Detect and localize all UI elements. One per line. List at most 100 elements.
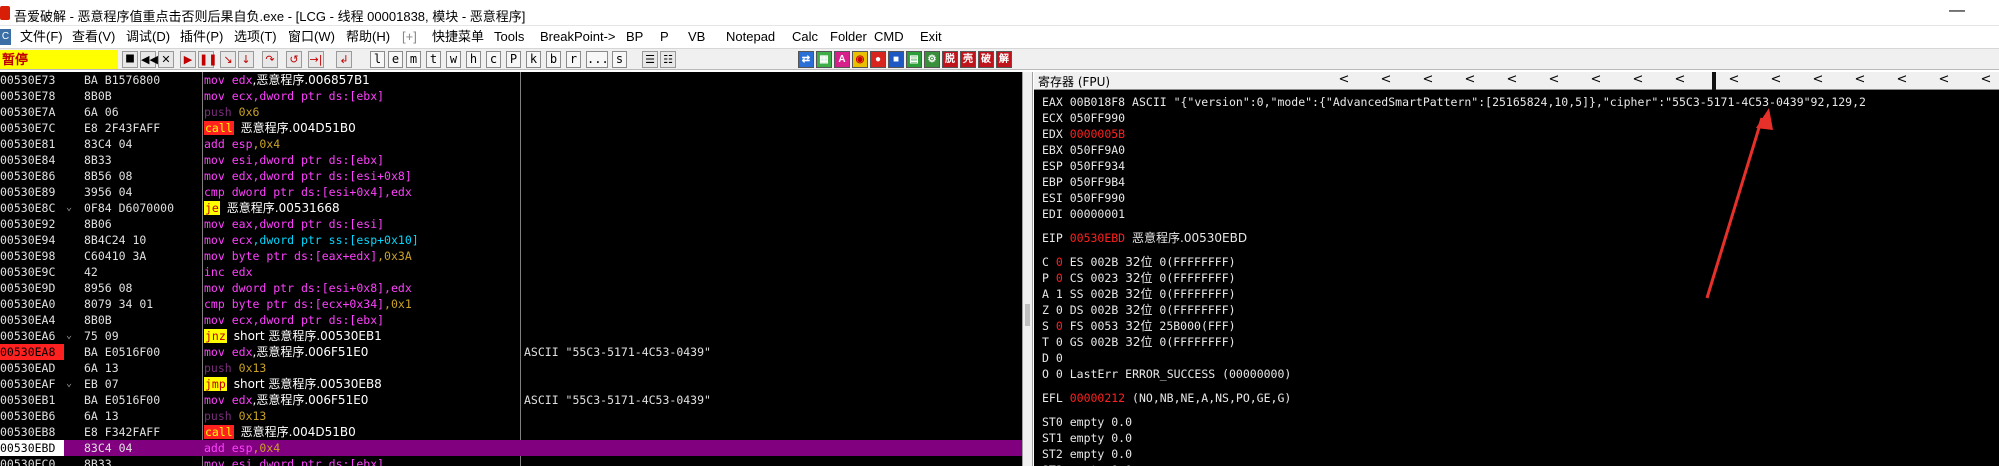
register-esi[interactable]: ESI 050FF990	[1042, 190, 1125, 206]
scroll-left-arrow-icon[interactable]: <	[1808, 72, 1828, 87]
run-trace-button[interactable]: ...	[586, 51, 609, 68]
scroll-left-arrow-icon[interactable]: <	[1934, 72, 1954, 87]
disasm-row[interactable]: 00530E84 8B33 mov esi,dword ptr ds:[ebx]	[0, 152, 1022, 168]
register-esp[interactable]: ESP 050FF934	[1042, 158, 1125, 174]
disasm-row[interactable]: 00530E92 8B06 mov eax,dword ptr ds:[esi]	[0, 216, 1022, 232]
disasm-row[interactable]: 00530E9D 8956 08 mov dword ptr ds:[esi+0x8…	[0, 280, 1022, 296]
settings-icon[interactable]: ⚙	[924, 51, 940, 68]
scroll-left-arrow-icon[interactable]: <	[1544, 72, 1564, 87]
target-icon[interactable]: ◉	[852, 51, 868, 68]
disasm-row[interactable]: 00530E9C 42 inc edx	[0, 264, 1022, 280]
disasm-row[interactable]: 00530E8C ⌄ 0F84 D6070000 je 恶意程序.00531668	[0, 200, 1022, 216]
references-window-button[interactable]: r	[566, 51, 581, 68]
pane-splitter[interactable]	[1022, 72, 1033, 466]
disasm-row[interactable]: 00530E73 BA B1576800 mov edx,恶意程序.006857B1	[0, 72, 1022, 88]
menu-vb[interactable]: VB	[686, 28, 707, 46]
threads-window-button[interactable]: t	[426, 51, 441, 68]
table-icon[interactable]: ▤	[906, 51, 922, 68]
close-icon[interactable]: ✕	[158, 51, 174, 68]
disasm-row[interactable]: 00530E7C E8 2F43FAFF call 恶意程序.004D51B0	[0, 120, 1022, 136]
register-edi[interactable]: EDI 00000001	[1042, 206, 1125, 222]
scroll-left-arrow-icon[interactable]: <	[1850, 72, 1870, 87]
crack-icon[interactable]: 破	[978, 51, 994, 68]
disasm-row[interactable]: 00530EA6 ⌄ 75 09 jnz short 恶意程序.00530EB1	[0, 328, 1022, 344]
flag-row-z[interactable]: Z 0 DS 002B 32位 0(FFFFFFFF)	[1042, 302, 1236, 318]
patches-window-button[interactable]: P	[506, 51, 521, 68]
fpu-register-st3[interactable]: ST3 empty 0.0	[1042, 462, 1132, 466]
disasm-row[interactable]: 00530E86 8B56 08 mov edx,dword ptr ds:[esi…	[0, 168, 1022, 184]
callstack-window-button[interactable]: k	[526, 51, 541, 68]
menu-calc[interactable]: Calc	[790, 28, 820, 46]
scroll-left-arrow-icon[interactable]: <	[1334, 72, 1354, 87]
step-over-icon[interactable]: ↓	[238, 51, 254, 68]
scroll-left-arrow-icon[interactable]: <	[1628, 72, 1648, 87]
register-eax[interactable]: EAX 00B018F8 ASCII "{"version":0,"mode":…	[1042, 94, 1866, 110]
menu-plus[interactable]: [+]	[400, 28, 419, 46]
registers-pane[interactable]: 寄存器 (FPU) < < < < < < < < < < < < < < < < EAX 00B018F8 …	[1034, 72, 1999, 466]
register-ecx[interactable]: ECX 050FF990	[1042, 110, 1125, 126]
goto-icon[interactable]: ↲	[336, 51, 352, 68]
disasm-row[interactable]: 00530EB1 BA E0516F00 mov edx,恶意程序.006F51E0…	[0, 392, 1022, 408]
scroll-left-arrow-icon[interactable]: <	[1502, 72, 1522, 87]
flag-row-s[interactable]: S 0 FS 0053 32位 25B000(FFF)	[1042, 318, 1236, 334]
menu-debug[interactable]: 调试(D)	[124, 28, 172, 46]
pause-icon[interactable]: ❚❚	[198, 51, 217, 68]
scroll-left-arrow-icon[interactable]: <	[1418, 72, 1438, 87]
record-icon[interactable]: ●	[870, 51, 886, 68]
scroll-left-arrow-icon[interactable]: <	[1670, 72, 1690, 87]
open-icon[interactable]: ⯀	[122, 51, 138, 68]
scroll-left-arrow-icon[interactable]: <	[1724, 72, 1744, 87]
menu-cmd[interactable]: CMD	[872, 28, 906, 46]
disasm-row[interactable]: 00530E81 83C4 04 add esp,0x4	[0, 136, 1022, 152]
stop-icon[interactable]: ■	[888, 51, 904, 68]
register-eip[interactable]: EIP 00530EBD 恶意程序.00530EBD	[1042, 230, 1247, 246]
disasm-row[interactable]: 00530E98 C60410 3A mov byte ptr ds:[eax+ed…	[0, 248, 1022, 264]
menu-file[interactable]: 文件(F)	[18, 28, 65, 46]
swap-icon[interactable]: ⇄	[798, 51, 814, 68]
disasm-row[interactable]: 00530EAF ⌄ EB 07 jmp short 恶意程序.00530EB8	[0, 376, 1022, 392]
step-into-icon[interactable]: ↘	[220, 51, 236, 68]
run-icon[interactable]: ▶	[180, 51, 196, 68]
scroll-left-arrow-icon[interactable]: <	[1376, 72, 1396, 87]
disasm-row[interactable]: 00530E94 8B4C24 10 mov ecx,dword ptr ss:[e…	[0, 232, 1022, 248]
register-edx[interactable]: EDX 0000005B	[1042, 126, 1125, 142]
scroll-left-arrow-icon[interactable]: <	[1892, 72, 1912, 87]
ascii-icon[interactable]: A	[834, 51, 850, 68]
fpu-register-st1[interactable]: ST1 empty 0.0	[1042, 430, 1132, 446]
handles-window-button[interactable]: h	[466, 51, 481, 68]
scroll-left-arrow-icon[interactable]: <	[1460, 72, 1480, 87]
fpu-register-st2[interactable]: ST2 empty 0.0	[1042, 446, 1132, 462]
debugger-icon[interactable]: C	[0, 29, 11, 45]
flag-row-t[interactable]: T 0 GS 002B 32位 0(FFFFFFFF)	[1042, 334, 1236, 350]
trace-over-icon[interactable]: ↺	[286, 51, 302, 68]
source-window-button[interactable]: s	[612, 51, 627, 68]
flag-row-p[interactable]: P 0 CS 0023 32位 0(FFFFFFFF)	[1042, 270, 1236, 286]
menu-window[interactable]: 窗口(W)	[286, 28, 337, 46]
execute-till-return-icon[interactable]: →|	[308, 51, 324, 68]
flag-row-c[interactable]: C 0 ES 002B 32位 0(FFFFFFFF)	[1042, 254, 1236, 270]
menu-shortcuts[interactable]: 快捷菜单	[430, 28, 486, 46]
menu-options[interactable]: 选项(T)	[232, 28, 279, 46]
disasm-row[interactable]: 00530E7A 6A 06 push 0x6	[0, 104, 1022, 120]
scroll-left-arrow-icon[interactable]: <	[1976, 72, 1996, 87]
menu-notepad[interactable]: Notepad	[724, 28, 777, 46]
menu-breakpoint[interactable]: BreakPoint->	[538, 28, 618, 46]
disasm-row[interactable]: 00530E78 8B0B mov ecx,dword ptr ds:[ebx]	[0, 88, 1022, 104]
list-icon[interactable]: ☰	[642, 51, 658, 68]
menu-bp[interactable]: BP	[624, 28, 645, 46]
scroll-left-arrow-icon[interactable]: <	[1766, 72, 1786, 87]
shell-icon[interactable]: 壳	[960, 51, 976, 68]
disasm-row[interactable]: 00530EA8 BA E0516F00 mov edx,恶意程序.006F51E0…	[0, 344, 1022, 360]
fpu-register-st0[interactable]: ST0 empty 0.0	[1042, 414, 1132, 430]
disassembly-pane[interactable]: 00530E73 BA B1576800 mov edx,恶意程序.006857B1…	[0, 72, 1022, 466]
unpack-icon[interactable]: 脱	[942, 51, 958, 68]
memory-window-button[interactable]: m	[406, 51, 421, 68]
windows-window-button[interactable]: w	[446, 51, 461, 68]
disasm-row[interactable]: 00530EA0 8079 34 01 cmp byte ptr ds:[ecx+0…	[0, 296, 1022, 312]
log-window-button[interactable]: l	[370, 51, 385, 68]
disasm-row[interactable]: 00530EC0 8B33 mov esi,dword ptr ds:[ebx]	[0, 456, 1022, 466]
disasm-row[interactable]: 00530E89 3956 04 cmp dword ptr ds:[esi+0x4…	[0, 184, 1022, 200]
register-ebx[interactable]: EBX 050FF9A0	[1042, 142, 1125, 158]
disasm-row[interactable]: 00530EB8 E8 F342FAFF call 恶意程序.004D51B0	[0, 424, 1022, 440]
splitter-grip[interactable]	[1025, 304, 1030, 326]
